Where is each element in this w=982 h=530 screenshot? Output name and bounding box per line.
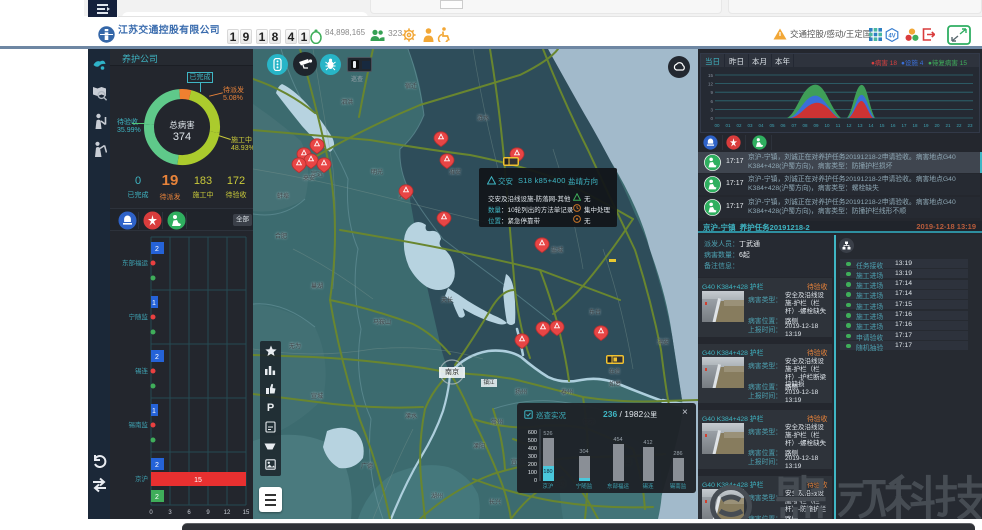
svg-text:4V: 4V: [888, 34, 895, 40]
svg-text:0: 0: [710, 116, 713, 121]
svg-text:400: 400: [528, 446, 537, 452]
svg-text:17: 17: [901, 123, 907, 128]
svg-text:12: 12: [846, 123, 852, 128]
svg-text:15: 15: [243, 510, 250, 516]
svg-text:500: 500: [528, 438, 537, 444]
svg-text:06: 06: [780, 123, 786, 128]
svg-text:05: 05: [769, 123, 775, 128]
svg-text:东部福运: 东部福运: [122, 258, 149, 267]
svg-text:07: 07: [791, 123, 797, 128]
svg-text:304: 304: [579, 449, 588, 455]
svg-text:12: 12: [708, 82, 714, 87]
svg-text:15: 15: [879, 123, 885, 128]
svg-text:2: 2: [155, 462, 159, 469]
svg-text:宁随监: 宁随监: [576, 482, 593, 490]
svg-text:3: 3: [168, 510, 172, 516]
svg-text:22: 22: [956, 123, 962, 128]
svg-text:京沪: 京沪: [135, 474, 148, 483]
svg-text:0: 0: [149, 510, 153, 516]
svg-text:0: 0: [534, 478, 537, 484]
svg-text:京沪: 京沪: [542, 482, 553, 490]
svg-text:01: 01: [725, 123, 731, 128]
svg-text:600: 600: [528, 430, 537, 436]
svg-text:10: 10: [824, 123, 830, 128]
svg-text:03: 03: [747, 123, 753, 128]
svg-text:19: 19: [923, 123, 929, 128]
svg-text:15: 15: [708, 73, 714, 78]
svg-text:16: 16: [890, 123, 896, 128]
svg-text:6: 6: [187, 510, 191, 516]
svg-text:454: 454: [613, 437, 622, 443]
svg-text:2: 2: [155, 354, 159, 361]
svg-text:锡南监: 锡南监: [129, 420, 149, 429]
svg-text:09: 09: [813, 123, 819, 128]
svg-text:21: 21: [945, 123, 951, 128]
svg-text:3: 3: [710, 107, 713, 112]
svg-text:00: 00: [714, 123, 720, 128]
svg-text:200: 200: [528, 462, 537, 468]
svg-text:11: 11: [836, 123, 841, 128]
svg-text:20: 20: [934, 123, 940, 128]
svg-text:1: 1: [152, 300, 156, 307]
svg-text:2: 2: [155, 494, 159, 501]
svg-text:180: 180: [543, 469, 552, 475]
svg-text:23: 23: [967, 123, 973, 128]
svg-text:14: 14: [868, 123, 874, 128]
svg-text:2: 2: [155, 246, 159, 253]
svg-text:锡南监: 锡南监: [670, 482, 687, 490]
svg-text:286: 286: [673, 451, 682, 457]
svg-text:02: 02: [736, 123, 742, 128]
svg-text:13: 13: [857, 123, 863, 128]
svg-text:04: 04: [758, 123, 764, 128]
svg-text:15: 15: [194, 477, 202, 484]
svg-text:12: 12: [224, 510, 231, 516]
svg-text:100: 100: [528, 470, 537, 476]
svg-text:9: 9: [206, 510, 210, 516]
svg-text:锡连: 锡连: [642, 482, 654, 490]
svg-text:300: 300: [528, 454, 537, 460]
svg-text:9: 9: [710, 90, 713, 95]
svg-text:宁随监: 宁随监: [129, 312, 149, 321]
svg-text:412: 412: [643, 440, 652, 446]
svg-text:08: 08: [802, 123, 808, 128]
svg-text:6: 6: [710, 99, 713, 104]
svg-text:锡连: 锡连: [135, 366, 149, 375]
svg-text:东部福运: 东部福运: [607, 482, 630, 490]
svg-text:526: 526: [543, 431, 552, 437]
svg-text:18: 18: [912, 123, 918, 128]
svg-text:1: 1: [152, 408, 156, 415]
